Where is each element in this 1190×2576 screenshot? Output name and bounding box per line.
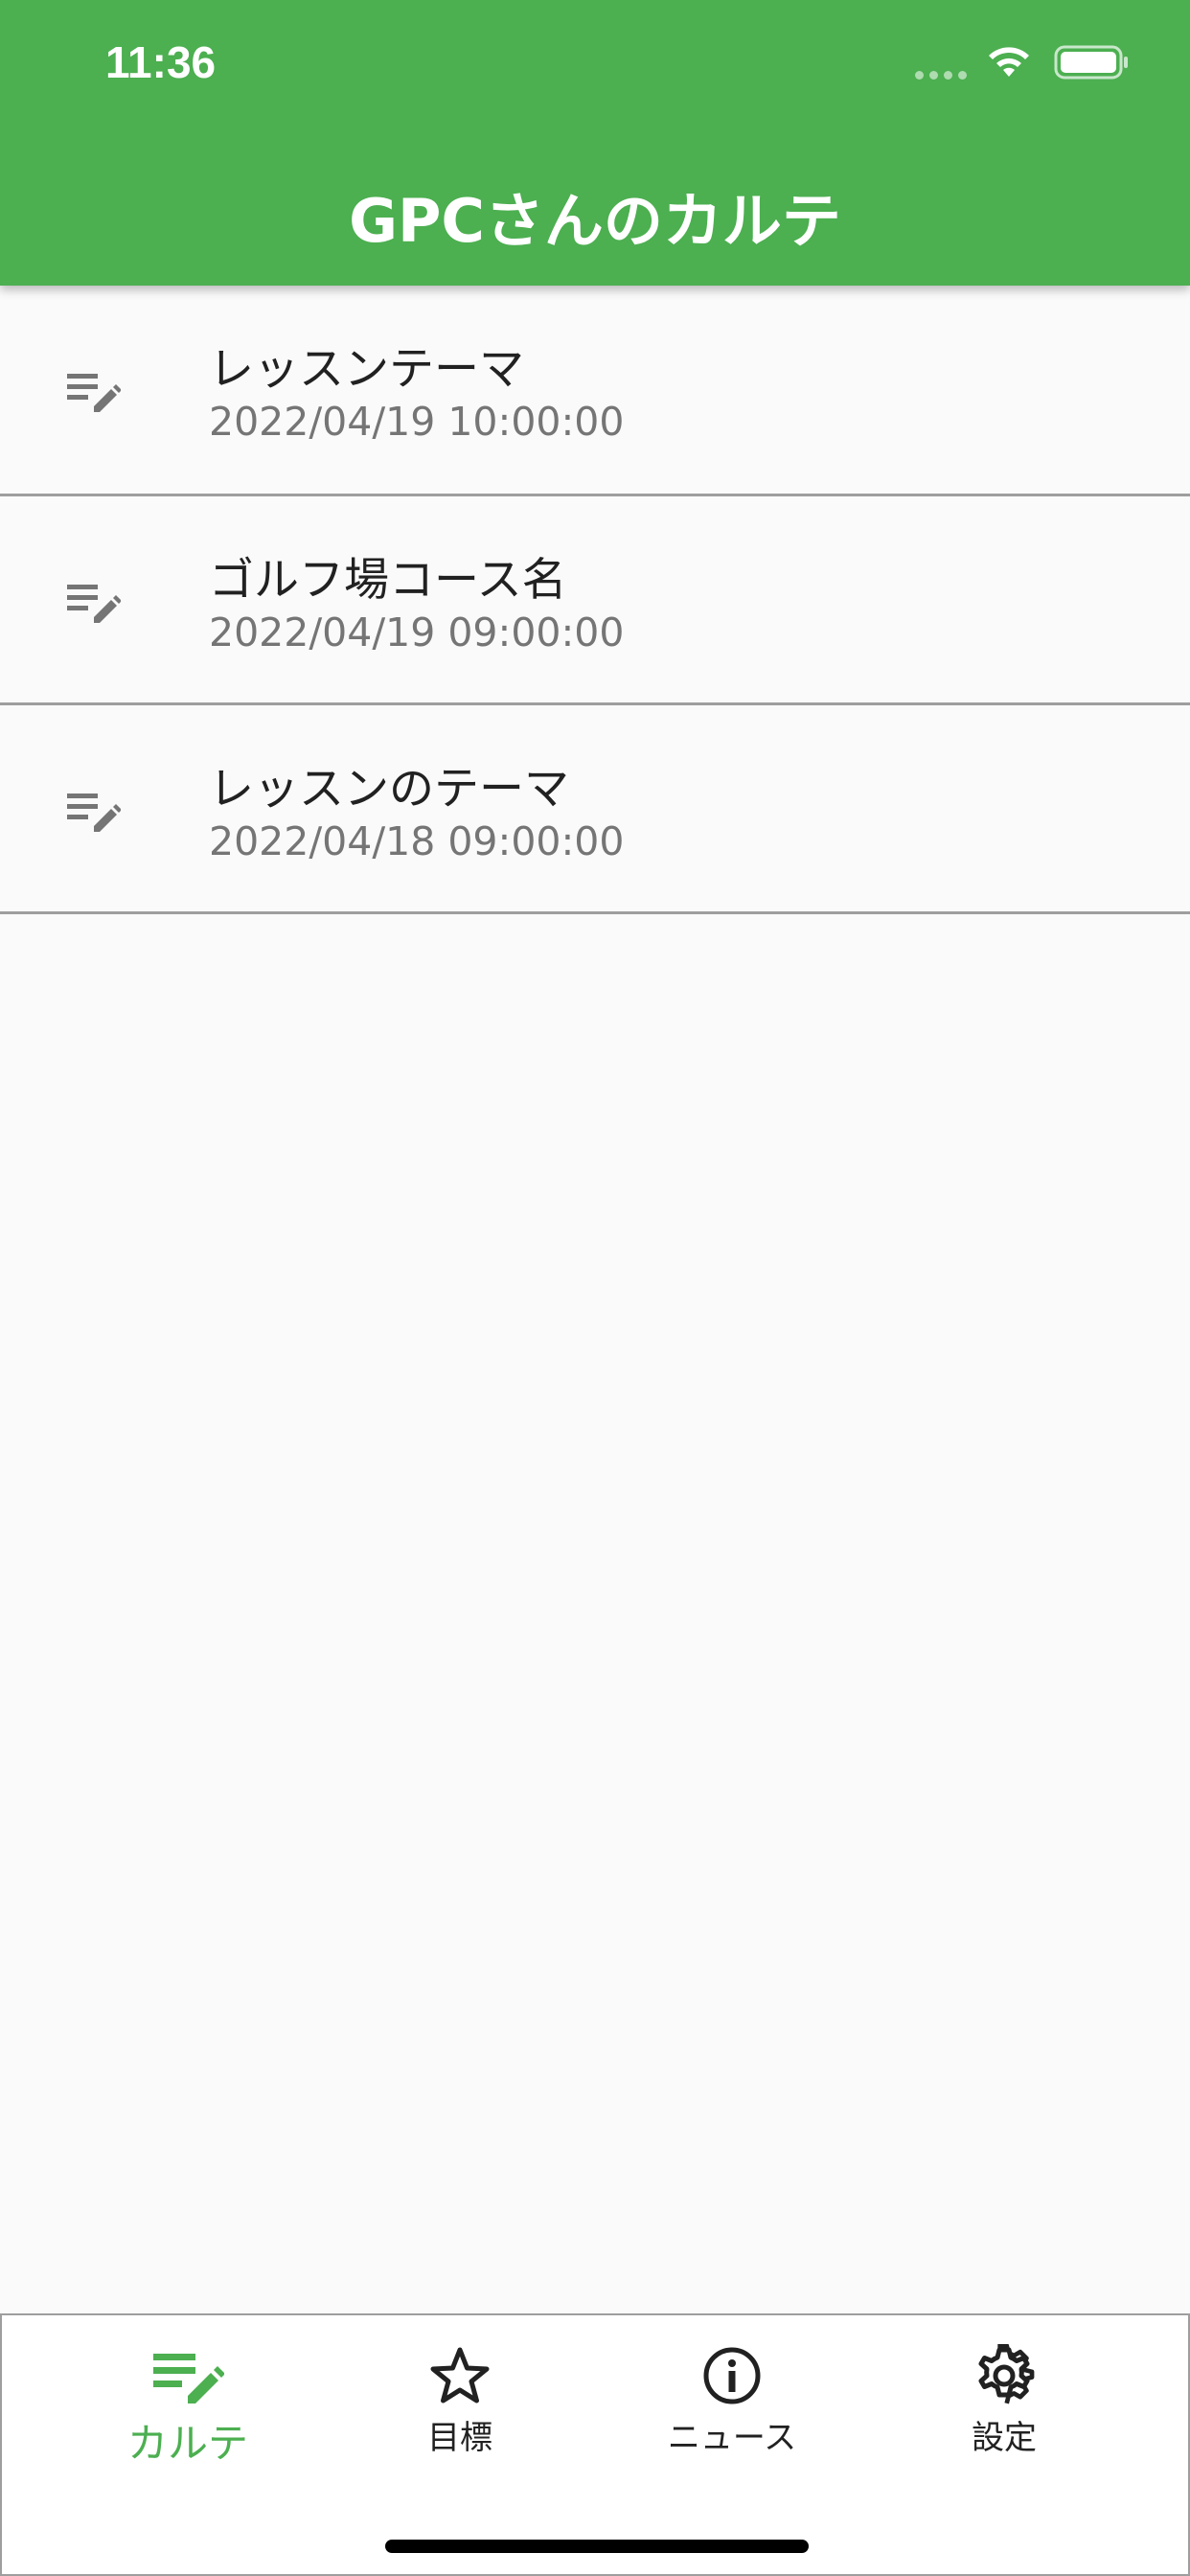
karte-date: 2022/04/19 09:00:00 bbox=[209, 610, 625, 656]
karte-title: レッスンテーマ bbox=[209, 343, 524, 396]
home-indicator[interactable] bbox=[385, 2540, 809, 2553]
karte-date: 2022/04/19 10:00:00 bbox=[209, 399, 625, 445]
karte-date: 2022/04/18 09:00:00 bbox=[209, 818, 625, 864]
battery-icon bbox=[1054, 45, 1128, 80]
app-header: 11:36 GPCさんのカルテ bbox=[0, 0, 1190, 286]
wifi-icon bbox=[989, 47, 1029, 77]
nav-label: ニュース bbox=[667, 2419, 797, 2457]
nav-label: 目標 bbox=[427, 2419, 492, 2457]
nav-item-goal[interactable]: 目標 bbox=[345, 2344, 575, 2458]
nav-item-settings[interactable]: 設定 bbox=[889, 2344, 1119, 2458]
page-title: GPCさんのカルテ bbox=[349, 186, 841, 256]
edit-note-icon bbox=[153, 2354, 224, 2404]
edit-note-icon bbox=[67, 585, 121, 623]
nav-label: 設定 bbox=[972, 2419, 1037, 2457]
status-time: 11:36 bbox=[105, 37, 217, 87]
nav-item-karte[interactable]: カルテ bbox=[73, 2344, 303, 2470]
list-item[interactable]: レッスンテーマ 2022/04/19 10:00:00 bbox=[0, 286, 1190, 496]
karte-title: レッスンのテーマ bbox=[209, 763, 569, 816]
bottom-nav: カルテ 目標 ニュース 設定 bbox=[0, 2313, 1190, 2576]
screen: 11:36 GPCさんのカルテ レッスンテーマ 2022/04/19 10:00… bbox=[0, 0, 1190, 2576]
signal-icon bbox=[915, 71, 967, 80]
nav-label: カルテ bbox=[126, 2420, 248, 2467]
karte-title: ゴルフ場コース名 bbox=[209, 554, 567, 607]
star-outline-icon bbox=[430, 2347, 490, 2404]
edit-note-icon bbox=[67, 794, 121, 832]
karte-list: レッスンテーマ 2022/04/19 10:00:00 ゴルフ場コース名 202… bbox=[0, 286, 1190, 914]
info-icon bbox=[703, 2347, 761, 2404]
nav-item-news[interactable]: ニュース bbox=[617, 2344, 847, 2458]
gear-icon bbox=[978, 2344, 1035, 2404]
edit-note-icon bbox=[67, 374, 121, 412]
list-item[interactable]: ゴルフ場コース名 2022/04/19 09:00:00 bbox=[0, 496, 1190, 705]
list-item[interactable]: レッスンのテーマ 2022/04/18 09:00:00 bbox=[0, 705, 1190, 914]
